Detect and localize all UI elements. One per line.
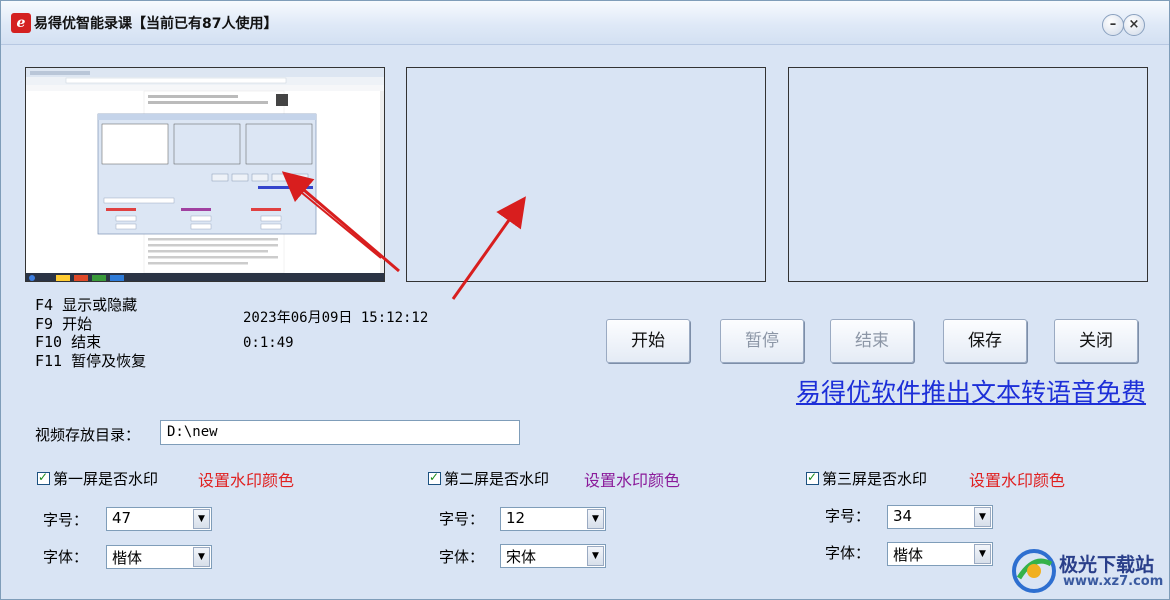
hotkey-toggle-visibility: F4 显示或隐藏 [35, 296, 138, 314]
screen-3-size-value: 34 [893, 507, 913, 525]
pause-button[interactable]: 暂停 [720, 319, 804, 363]
dropdown-arrow-icon[interactable]: ▼ [193, 547, 210, 567]
screen-3-size-select[interactable]: 34 ▼ [887, 505, 993, 529]
window-title: 易得优智能录课【当前已有87人使用】 [34, 16, 278, 32]
screen-1-capture-image [26, 68, 384, 281]
screen-1-font-value: 楷体 [112, 549, 143, 567]
screen-1-watermark-checkbox[interactable] [37, 470, 50, 485]
screen-3-watermark-checkbox[interactable] [806, 470, 819, 485]
app-logo-icon: e [11, 13, 31, 33]
directory-input[interactable]: D:\new [160, 420, 520, 445]
screen-1-color-link[interactable]: 设置水印颜色 [198, 467, 294, 491]
close-window-button[interactable]: × [1123, 14, 1145, 36]
minimize-button[interactable]: – [1102, 14, 1124, 36]
screen-2-watermark-label: 第二屏是否水印 [444, 470, 550, 488]
hotkey-list: F4 显示或隐藏 F9 开始 F10 结束 F11 暂停及恢复 [35, 296, 146, 370]
hotkey-stop: F10 结束 [35, 333, 102, 351]
site-watermark-name: 极光下载站 [1059, 554, 1155, 576]
screen-2-font-value: 宋体 [506, 548, 537, 566]
screen-3-color-link[interactable]: 设置水印颜色 [969, 467, 1065, 491]
screen-3-size-label: 字号： [825, 507, 871, 525]
screen-3-watermark-label: 第三屏是否水印 [822, 470, 928, 488]
start-button[interactable]: 开始 [606, 319, 690, 363]
title-bar[interactable]: e 易得优智能录课【当前已有87人使用】 – × [1, 1, 1169, 45]
screen-3-font-label: 字体： [825, 544, 871, 562]
aurora-logo-icon [1012, 549, 1056, 593]
screen-1-preview [25, 67, 385, 282]
screen-1-font-label: 字体： [43, 548, 89, 566]
app-window: e 易得优智能录课【当前已有87人使用】 – × F4 显示或隐藏 F9 开始 … [0, 0, 1170, 600]
hotkey-pause-resume: F11 暂停及恢复 [35, 351, 147, 370]
site-watermark-logo: 极光下载站 www.xz7.com [1011, 546, 1166, 596]
screen-2-size-label: 字号： [439, 510, 485, 528]
screen-1-watermark-label: 第一屏是否水印 [53, 470, 159, 488]
screen-3-font-select[interactable]: 楷体 ▼ [887, 542, 993, 566]
screen-2-font-select[interactable]: 宋体 ▼ [500, 544, 606, 568]
screen-2-preview [406, 67, 766, 282]
screen-2-watermark-checkbox[interactable] [428, 470, 441, 485]
screen-3-font-value: 楷体 [893, 546, 924, 564]
screen-3-preview [788, 67, 1148, 282]
stop-button[interactable]: 结束 [830, 319, 914, 363]
dropdown-arrow-icon[interactable]: ▼ [587, 546, 604, 566]
current-datetime: 2023年06月09日 15:12:12 [243, 310, 429, 326]
screen-1-font-select[interactable]: 楷体 ▼ [106, 545, 212, 569]
screen-2-font-label: 字体： [439, 548, 485, 566]
screen-1-size-value: 47 [112, 509, 132, 527]
screen-2-size-select[interactable]: 12 ▼ [500, 507, 606, 531]
screen-1-size-label: 字号： [43, 511, 89, 529]
screen-2-color-link[interactable]: 设置水印颜色 [584, 467, 680, 491]
save-button[interactable]: 保存 [943, 319, 1027, 363]
site-watermark-url: www.xz7.com [1063, 574, 1164, 589]
directory-label: 视频存放目录： [35, 426, 141, 444]
screen-2-size-value: 12 [506, 509, 526, 527]
dropdown-arrow-icon[interactable]: ▼ [587, 509, 604, 529]
dropdown-arrow-icon[interactable]: ▼ [974, 507, 991, 527]
promo-marquee-link[interactable]: 易得优软件推出文本转语音免费 [796, 373, 1170, 409]
elapsed-time: 0:1:49 [243, 335, 294, 351]
dropdown-arrow-icon[interactable]: ▼ [974, 544, 991, 564]
dropdown-arrow-icon[interactable]: ▼ [193, 509, 210, 529]
hotkey-start: F9 开始 [35, 314, 93, 333]
screen-1-size-select[interactable]: 47 ▼ [106, 507, 212, 531]
close-button[interactable]: 关闭 [1054, 319, 1138, 363]
